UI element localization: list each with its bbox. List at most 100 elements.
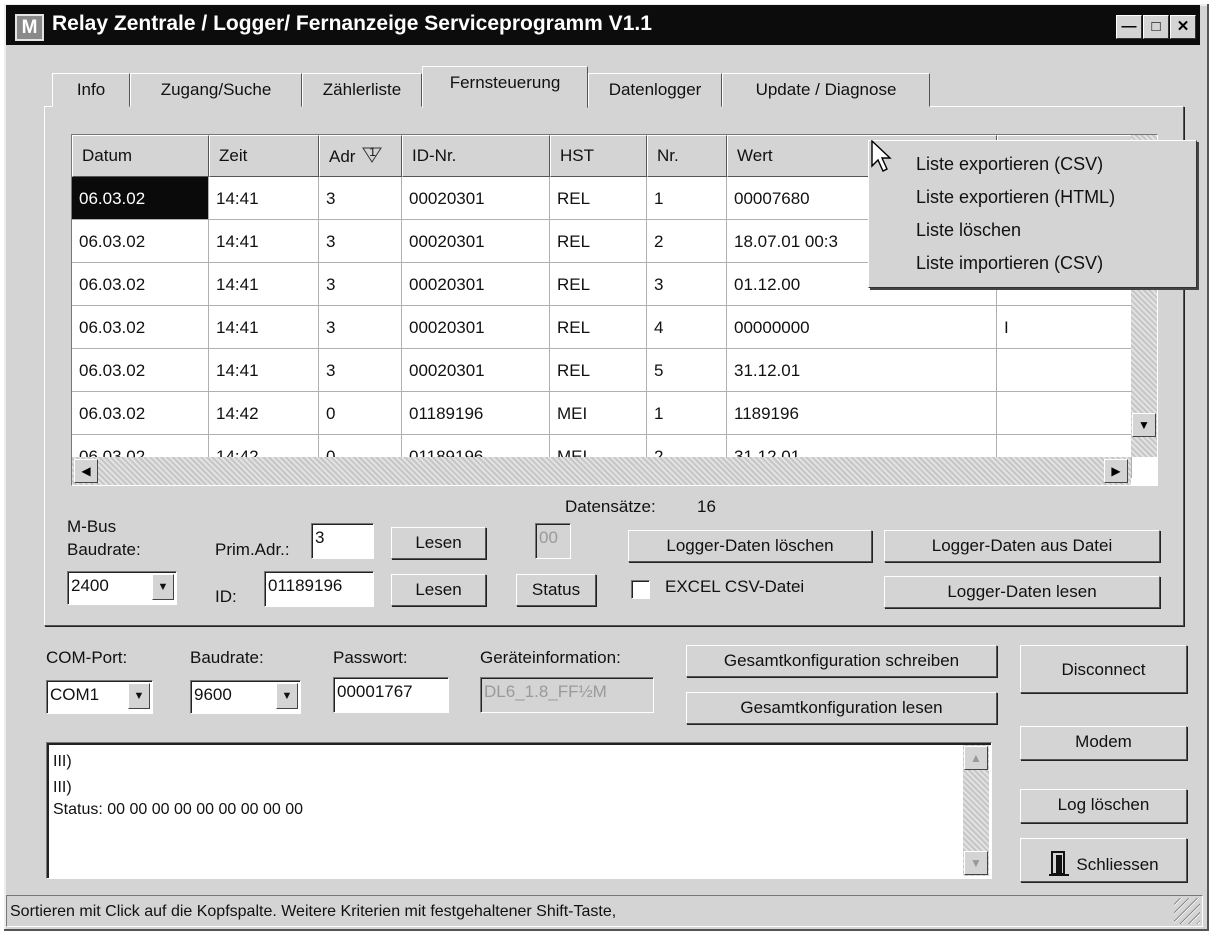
log-line: III) xyxy=(53,779,72,796)
cell-nr[interactable]: 3 xyxy=(647,263,727,306)
cell-zeit[interactable]: 14:41 xyxy=(209,177,319,220)
cell-zeit[interactable]: 14:41 xyxy=(209,306,319,349)
cell-hst[interactable]: REL xyxy=(550,263,647,306)
delete-logger-data-button[interactable]: Logger-Daten löschen xyxy=(628,530,872,562)
menu-item-export-csv[interactable]: Liste exportieren (CSV) xyxy=(916,154,1103,175)
cell-id-nr[interactable]: 00020301 xyxy=(402,263,550,306)
com-port-select[interactable]: COM1 ▼ xyxy=(46,680,153,714)
cell-zeit[interactable]: 14:41 xyxy=(209,220,319,263)
scroll-up-icon[interactable]: ▲ xyxy=(964,746,988,770)
id-label: ID: xyxy=(215,587,237,606)
scroll-down-icon[interactable]: ▼ xyxy=(1132,413,1156,437)
cell-nr[interactable]: 2 xyxy=(647,220,727,263)
disconnect-button[interactable]: Disconnect xyxy=(1020,645,1187,693)
scroll-right-icon[interactable]: ▶ xyxy=(1104,459,1128,483)
logger-data-from-file-button[interactable]: Logger-Daten aus Datei xyxy=(884,530,1160,562)
tab-info[interactable]: Info xyxy=(52,73,130,107)
status-button[interactable]: Status xyxy=(516,574,596,606)
menu-item-export-html[interactable]: Liste exportieren (HTML) xyxy=(916,187,1115,208)
cell-id-nr[interactable]: 00020301 xyxy=(402,177,550,220)
cell-datum[interactable]: 06.03.02 xyxy=(72,306,209,349)
column-header-nr[interactable]: Nr. xyxy=(647,135,727,177)
cell-adr[interactable]: 0 xyxy=(319,392,402,435)
read-id-button[interactable]: Lesen xyxy=(391,574,486,606)
mbus-label: M-Bus xyxy=(67,517,117,536)
column-header-datum[interactable]: Datum xyxy=(72,135,209,177)
clear-log-button[interactable]: Log löschen xyxy=(1020,789,1187,823)
cell-id-nr[interactable]: 00020301 xyxy=(402,220,550,263)
cell-wert[interactable]: 00000000 xyxy=(727,306,997,349)
cell-adr[interactable]: 3 xyxy=(319,263,402,306)
cell-nr[interactable]: 5 xyxy=(647,349,727,392)
horizontal-scrollbar-track[interactable] xyxy=(72,457,1131,485)
prim-adr-input[interactable]: 3 xyxy=(311,523,374,559)
tab-zaehlerliste[interactable]: Zählerliste xyxy=(302,73,422,107)
close-icon[interactable]: ✕ xyxy=(1170,15,1196,39)
cell-datum[interactable]: 06.03.02 xyxy=(72,220,209,263)
cell-id-nr[interactable]: 00020301 xyxy=(402,306,550,349)
scroll-left-icon[interactable]: ◀ xyxy=(74,459,98,483)
cell-extra[interactable] xyxy=(997,349,1132,392)
cell-datum[interactable]: 06.03.02 xyxy=(72,392,209,435)
mbus-baudrate-select[interactable]: 2400 ▼ xyxy=(67,571,177,605)
minimize-icon[interactable]: — xyxy=(1116,15,1142,39)
modem-button[interactable]: Modem xyxy=(1020,726,1187,760)
cell-adr[interactable]: 3 xyxy=(319,349,402,392)
id-input[interactable]: 01189196 xyxy=(264,571,374,607)
cell-zeit[interactable]: 14:41 xyxy=(209,349,319,392)
cell-hst[interactable]: REL xyxy=(550,306,647,349)
cell-zeit[interactable]: 14:42 xyxy=(209,392,319,435)
cell-wert[interactable]: 1189196 xyxy=(727,392,997,435)
cell-adr[interactable]: 3 xyxy=(319,220,402,263)
tab-datenlogger[interactable]: Datenlogger xyxy=(588,73,722,107)
menu-item-clear-list[interactable]: Liste löschen xyxy=(916,220,1021,241)
chevron-down-icon[interactable]: ▼ xyxy=(128,683,150,709)
cell-id-nr[interactable]: 00020301 xyxy=(402,349,550,392)
column-header-zeit[interactable]: Zeit xyxy=(209,135,319,177)
cell-extra[interactable]: I xyxy=(997,306,1132,349)
tab-fernsteuerung[interactable]: Fernsteuerung xyxy=(422,66,588,108)
chevron-down-icon[interactable]: ▼ xyxy=(152,574,174,600)
menu-item-import-csv[interactable]: Liste importieren (CSV) xyxy=(916,253,1103,274)
read-configuration-button[interactable]: Gesamtkonfiguration lesen xyxy=(686,692,997,724)
tab-zugang-suche[interactable]: Zugang/Suche xyxy=(130,73,302,107)
password-input[interactable]: 00001767 xyxy=(333,677,449,713)
cell-adr[interactable]: 3 xyxy=(319,306,402,349)
column-header-adr[interactable]: Adr 1 xyxy=(319,135,402,177)
write-configuration-button[interactable]: Gesamtkonfiguration schreiben xyxy=(686,645,997,677)
cell-id-nr[interactable]: 01189196 xyxy=(402,392,550,435)
excel-csv-checkbox[interactable] xyxy=(631,580,650,599)
maximize-icon[interactable]: □ xyxy=(1143,15,1169,39)
cell-hst[interactable]: MEI xyxy=(550,392,647,435)
log-output[interactable]: III) III) Status: 00 00 00 00 00 00 00 0… xyxy=(46,742,992,879)
close-program-button[interactable]: Schliessen xyxy=(1020,838,1187,882)
cell-hst[interactable]: REL xyxy=(550,349,647,392)
title-bar[interactable]: M Relay Zentrale / Logger/ Fernanzeige S… xyxy=(6,5,1200,45)
cell-zeit[interactable]: 14:41 xyxy=(209,263,319,306)
cell-nr[interactable]: 1 xyxy=(647,392,727,435)
column-header-hst[interactable]: HST xyxy=(550,135,647,177)
cell-adr[interactable]: 3 xyxy=(319,177,402,220)
cell-wert[interactable]: 31.12.01 xyxy=(727,349,997,392)
cell-extra[interactable] xyxy=(997,392,1132,435)
cell-datum[interactable]: 06.03.02 xyxy=(72,349,209,392)
baudrate-select[interactable]: 9600 ▼ xyxy=(190,680,301,714)
scroll-down-icon[interactable]: ▼ xyxy=(964,851,988,875)
cell-datum[interactable]: 06.03.02 xyxy=(72,263,209,306)
cell-datum[interactable]: 06.03.02 xyxy=(72,177,209,220)
resize-grip-icon[interactable] xyxy=(1174,898,1200,924)
exit-door-icon xyxy=(1048,850,1070,881)
cell-hst[interactable]: REL xyxy=(550,177,647,220)
column-header-id-nr[interactable]: ID-Nr. xyxy=(402,135,550,177)
app-logo-icon[interactable]: M xyxy=(15,14,44,41)
cell-nr[interactable]: 4 xyxy=(647,306,727,349)
baudrate-label: Baudrate: xyxy=(190,648,264,667)
column-header-adr-label: Adr xyxy=(329,147,356,166)
tab-update-diagnose[interactable]: Update / Diagnose xyxy=(722,73,930,107)
cell-hst[interactable]: REL xyxy=(550,220,647,263)
mouse-cursor-icon xyxy=(871,140,892,172)
read-logger-data-button[interactable]: Logger-Daten lesen xyxy=(884,576,1160,608)
chevron-down-icon[interactable]: ▼ xyxy=(276,683,298,709)
cell-nr[interactable]: 1 xyxy=(647,177,727,220)
read-prim-adr-button[interactable]: Lesen xyxy=(391,527,486,559)
